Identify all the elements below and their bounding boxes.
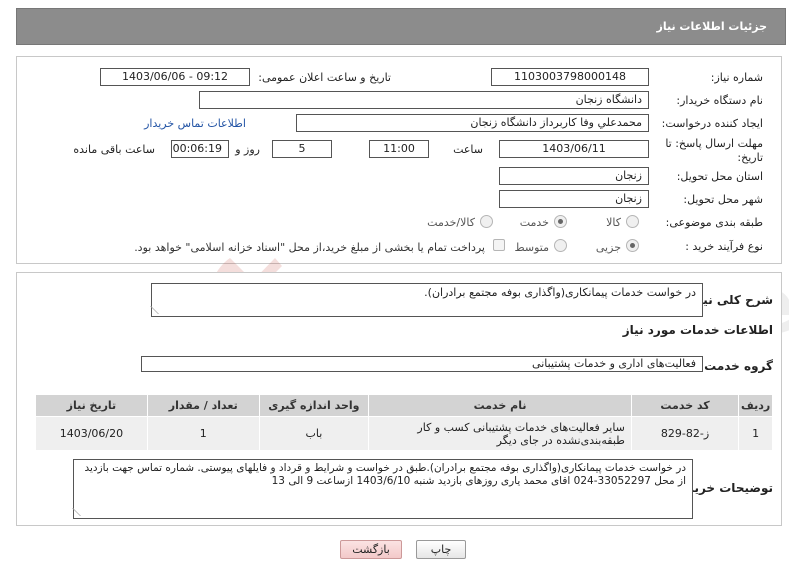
category-option-service: خدمت bbox=[519, 216, 549, 229]
requester-label: ایجاد کننده درخواست: bbox=[661, 117, 763, 130]
deadline-hour-label: ساعت bbox=[453, 143, 483, 156]
treasury-note: پرداخت تمام یا بخشی از مبلغ خرید،از محل … bbox=[134, 241, 485, 254]
buyer-notes-textarea[interactable]: در خواست خدمات پیمانکاری(واگذاری بوفه مج… bbox=[72, 459, 693, 519]
cell-code: ز-82-829 bbox=[630, 416, 740, 451]
announce-date-field: 1403/06/06 - 09:12 bbox=[100, 68, 250, 86]
category-radio-goods[interactable] bbox=[626, 215, 639, 228]
col-date: تاریخ نیاز bbox=[35, 394, 148, 417]
service-group-field: فعالیت‌های اداری و خدمات پشتیبانی bbox=[141, 356, 703, 372]
back-button[interactable]: بازگشت bbox=[340, 540, 402, 559]
table-header-row: ردیف کد خدمت نام خدمت واحد اندازه گیری ت… bbox=[35, 394, 773, 417]
remaining-label: ساعت باقی مانده bbox=[73, 143, 155, 156]
process-radio-medium[interactable] bbox=[554, 239, 567, 252]
process-label: نوع فرآیند خرید : bbox=[685, 240, 763, 253]
buyer-notes-text: در خواست خدمات پیمانکاری(واگذاری بوفه مج… bbox=[84, 462, 686, 487]
category-option-goods: کالا bbox=[606, 216, 621, 229]
col-code: کد خدمت bbox=[630, 394, 740, 417]
resize-grip-icon[interactable] bbox=[72, 508, 88, 516]
deadline-hour-field: 11:00 bbox=[369, 140, 429, 158]
deadline-label-date: تاریخ: bbox=[737, 151, 763, 164]
city-field: زنجان bbox=[499, 190, 649, 208]
province-field: زنجان bbox=[499, 167, 649, 185]
cell-unit: باب bbox=[258, 416, 370, 451]
services-table: ردیف کد خدمت نام خدمت واحد اندازه گیری ت… bbox=[35, 394, 773, 451]
cell-row: 1 bbox=[738, 416, 773, 451]
need-number-label: شماره نیاز: bbox=[710, 71, 763, 84]
days-field: 5 bbox=[272, 140, 332, 158]
col-unit: واحد اندازه گیری bbox=[258, 394, 370, 417]
resize-grip-icon[interactable] bbox=[150, 306, 166, 314]
category-radio-goods-service[interactable] bbox=[480, 215, 493, 228]
requester-field: محمدعلي وفا کاربرداز دانشگاه زنجان bbox=[296, 114, 649, 132]
need-number-field: 1103003798000148 bbox=[491, 68, 649, 86]
need-details-panel: شماره نیاز: 1103003798000148 تاریخ و ساع… bbox=[16, 56, 782, 264]
col-qty: تعداد / مقدار bbox=[146, 394, 260, 417]
col-name: نام خدمت bbox=[368, 394, 632, 417]
category-label: طبقه بندی موضوعی: bbox=[665, 216, 763, 229]
deadline-label: مهلت ارسال پاسخ: تا bbox=[665, 137, 763, 150]
days-label: روز و bbox=[235, 143, 260, 156]
service-group-label: گروه خدمت: bbox=[699, 359, 773, 373]
page-title: جزئیات اطلاعات نیاز bbox=[656, 20, 768, 33]
page-header: جزئیات اطلاعات نیاز bbox=[16, 8, 786, 45]
process-option-medium: متوسط bbox=[514, 241, 549, 254]
print-button[interactable]: چاپ bbox=[416, 540, 466, 559]
summary-text: در خواست خدمات پیمانکاری(واگذاری بوفه مج… bbox=[424, 286, 696, 299]
category-option-goods-service: کالا/خدمت bbox=[427, 216, 475, 229]
announce-date-label: تاریخ و ساعت اعلان عمومی: bbox=[258, 71, 391, 84]
buyer-org-label: نام دستگاه خریدار: bbox=[676, 94, 763, 107]
treasury-checkbox[interactable] bbox=[493, 239, 505, 251]
buyer-contact-link[interactable]: اطلاعات تماس خریدار bbox=[144, 117, 246, 130]
deadline-date-field: 1403/06/11 bbox=[499, 140, 649, 158]
cell-name: سایر فعالیت‌های خدمات پشتیبانی کسب و کار… bbox=[368, 416, 632, 451]
process-radio-minor[interactable] bbox=[626, 239, 639, 252]
process-option-minor: جزیی bbox=[595, 241, 621, 254]
cell-date: 1403/06/20 bbox=[35, 416, 148, 451]
city-label: شهر محل تحویل: bbox=[683, 193, 763, 206]
services-section-title: اطلاعات خدمات مورد نیاز bbox=[622, 323, 773, 337]
summary-textarea[interactable]: در خواست خدمات پیمانکاری(واگذاری بوفه مج… bbox=[150, 283, 703, 317]
buyer-org-field: دانشگاه زنجان bbox=[199, 91, 649, 109]
remaining-time-field: 00:06:19 bbox=[171, 140, 229, 158]
need-description-panel: شرح کلی نیاز: در خواست خدمات پیمانکاری(و… bbox=[16, 272, 782, 526]
cell-qty: 1 bbox=[146, 416, 260, 451]
col-row: ردیف bbox=[738, 394, 773, 417]
category-radio-service[interactable] bbox=[554, 215, 567, 228]
table-row: 1 ز-82-829 سایر فعالیت‌های خدمات پشتیبان… bbox=[35, 416, 773, 451]
province-label: استان محل تحویل: bbox=[676, 170, 763, 183]
